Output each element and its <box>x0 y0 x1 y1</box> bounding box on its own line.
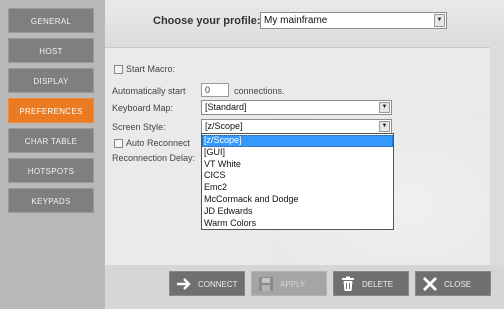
keyboard-map-value: [Standard] <box>205 102 247 112</box>
screen-style-option[interactable]: Warm Colors <box>202 218 393 230</box>
screen-style-dropdown: [z/Scope] [GUI] VT White CICS Emc2 McCor… <box>201 133 394 230</box>
profile-select-value: My mainframe <box>264 15 328 26</box>
screen-style-option[interactable]: CICS <box>202 170 393 182</box>
screen-style-option[interactable]: [z/Scope] <box>202 135 393 147</box>
chevron-down-icon[interactable]: ▼ <box>434 14 445 27</box>
delete-label: DELETE <box>362 280 394 289</box>
profile-select[interactable]: My mainframe ▼ <box>260 12 447 29</box>
screen-style-option[interactable]: VT White <box>202 159 393 171</box>
nav-host-button[interactable]: HOST <box>8 38 94 63</box>
start-macro-checkbox[interactable] <box>114 65 123 74</box>
screen-style-option[interactable]: JD Edwards <box>202 206 393 218</box>
arrow-right-icon <box>177 278 191 290</box>
screen-style-value: [z/Scope] <box>205 121 243 131</box>
action-bar: CONNECT APPLY DELETE CLOSE <box>105 265 504 309</box>
chevron-down-icon[interactable]: ▼ <box>379 121 390 132</box>
screen-style-option[interactable]: Emc2 <box>202 182 393 194</box>
nav-hotspots-button[interactable]: HOTSPOTS <box>8 158 94 183</box>
profile-header: Choose your profile: My mainframe ▼ <box>105 0 504 40</box>
chevron-down-icon[interactable]: ▼ <box>379 102 390 113</box>
nav-display-button[interactable]: DISPLAY <box>8 68 94 93</box>
apply-label: APPLY <box>280 280 306 289</box>
screen-style-option[interactable]: McCormack and Dodge <box>202 194 393 206</box>
auto-start-label: Automatically start <box>112 86 186 96</box>
close-icon <box>423 277 437 291</box>
keyboard-map-select[interactable]: [Standard] ▼ <box>201 100 392 115</box>
nav-preferences-button[interactable]: PREFERENCES <box>8 98 94 123</box>
connect-label: CONNECT <box>198 280 238 289</box>
screen-style-label: Screen Style: <box>112 122 166 132</box>
reconnection-delay-label: Reconnection Delay: <box>112 153 196 163</box>
start-macro-label: Start Macro: <box>126 64 176 74</box>
auto-start-connections-input[interactable]: 0 <box>201 83 229 97</box>
profile-label: Choose your profile: <box>153 15 261 27</box>
screen-style-option[interactable]: [GUI] <box>202 147 393 159</box>
keyboard-map-label: Keyboard Map: <box>112 103 174 113</box>
close-label: CLOSE <box>444 280 472 289</box>
apply-button[interactable]: APPLY <box>251 271 327 296</box>
connections-label: connections. <box>234 86 285 96</box>
sidebar-nav: GENERAL HOST DISPLAY PREFERENCES CHAR TA… <box>0 0 105 309</box>
screen-style-select[interactable]: [z/Scope] ▼ <box>201 119 392 134</box>
save-icon <box>259 277 273 291</box>
trash-icon <box>342 276 354 291</box>
nav-keypads-button[interactable]: KEYPADS <box>8 188 94 213</box>
nav-general-button[interactable]: GENERAL <box>8 8 94 33</box>
connect-button[interactable]: CONNECT <box>169 271 245 296</box>
auto-reconnect-label: Auto Reconnect <box>126 138 191 148</box>
nav-char-table-button[interactable]: CHAR TABLE <box>8 128 94 153</box>
auto-reconnect-checkbox[interactable] <box>114 139 123 148</box>
close-button[interactable]: CLOSE <box>415 271 491 296</box>
delete-button[interactable]: DELETE <box>333 271 409 296</box>
